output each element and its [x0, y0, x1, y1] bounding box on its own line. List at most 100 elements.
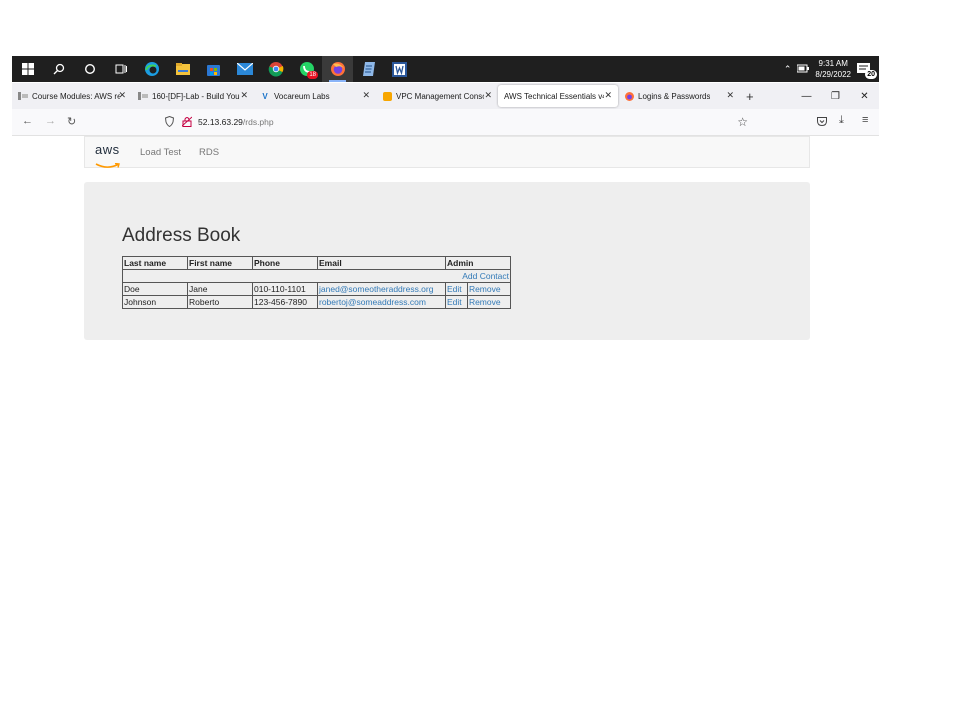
- firefox-icon: [624, 91, 634, 101]
- edit-link[interactable]: Edit: [447, 297, 462, 307]
- aws-smile-icon: [95, 162, 120, 168]
- task-view-icon[interactable]: [105, 56, 136, 82]
- column-header: Phone: [252, 256, 318, 270]
- active-app-indicator: [329, 80, 346, 82]
- aws-icon: [382, 91, 392, 101]
- insecure-lock-icon[interactable]: [182, 116, 192, 127]
- mail-icon[interactable]: [229, 56, 260, 82]
- nav-load-test[interactable]: Load Test: [140, 147, 181, 158]
- system-tray: ⌃ 9:31 AM 8/29/2022 20: [784, 56, 879, 82]
- clock-time: 9:31 AM: [818, 59, 848, 68]
- site-navbar: aws Load Test RDS: [84, 136, 810, 168]
- column-header: First name: [187, 256, 253, 270]
- chevron-up-icon[interactable]: ⌃: [784, 64, 792, 75]
- remove-link[interactable]: Remove: [469, 284, 501, 294]
- store-icon[interactable]: [198, 56, 229, 82]
- tab-lab-build[interactable]: 160-[DF]-Lab - Build Your ✕: [132, 83, 254, 109]
- email-cell: robertoj@someaddress.com: [317, 295, 446, 309]
- edit-cell: Edit: [445, 282, 468, 296]
- window-controls: — ❐ ✕: [792, 83, 879, 109]
- close-tab-icon[interactable]: ✕: [118, 90, 126, 101]
- firefox-icon[interactable]: [322, 56, 353, 82]
- word-icon[interactable]: [384, 56, 415, 82]
- reload-icon[interactable]: ↻: [67, 115, 76, 128]
- tab-aws-technical-essentials[interactable]: AWS Technical Essentials v4.1 ✕: [498, 85, 618, 107]
- address-book-panel: Address Book Last name First name Phone …: [84, 182, 810, 340]
- nav-rds[interactable]: RDS: [199, 147, 219, 158]
- page-title: Address Book: [122, 225, 241, 246]
- remove-cell: Remove: [466, 295, 512, 309]
- edge-icon[interactable]: [136, 56, 167, 82]
- minimize-icon[interactable]: —: [792, 91, 821, 102]
- tab-vpc-management[interactable]: VPC Management Conso ✕: [376, 83, 498, 109]
- notepad-icon[interactable]: [353, 56, 384, 82]
- edit-link[interactable]: Edit: [447, 284, 462, 294]
- canvas-icon: [18, 91, 28, 101]
- edit-cell: Edit: [445, 295, 468, 309]
- forward-arrow-icon[interactable]: →: [45, 115, 56, 127]
- new-tab-icon[interactable]: +: [746, 89, 754, 104]
- tab-logins-passwords[interactable]: Logins & Passwords ✕: [618, 83, 740, 109]
- whatsapp-icon[interactable]: 18: [291, 56, 322, 82]
- phone-cell: 123-456-7890: [252, 295, 318, 309]
- url-host: 52.13.63.29: [198, 117, 243, 127]
- canvas-icon: [138, 91, 148, 101]
- email-link[interactable]: robertoj@someaddress.com: [319, 297, 426, 307]
- email-link[interactable]: janed@someotheraddress.org: [319, 284, 433, 294]
- cortana-icon[interactable]: [74, 56, 105, 82]
- windows-start-icon[interactable]: [12, 56, 43, 82]
- aws-logo[interactable]: aws: [95, 142, 121, 174]
- downloads-icon[interactable]: ⤓: [839, 114, 844, 127]
- url-path: /rds.php: [242, 117, 274, 127]
- close-tab-icon[interactable]: ✕: [240, 90, 248, 101]
- tab-vocareum[interactable]: V Vocareum Labs ✕: [254, 83, 376, 109]
- windows-taskbar: 18 ⌃ 9:31 AM 8/29/2022 20: [12, 56, 879, 82]
- pocket-icon[interactable]: [817, 117, 827, 126]
- column-header: Admin: [445, 256, 511, 270]
- column-header: Email: [317, 256, 446, 270]
- network-icon[interactable]: [797, 64, 810, 74]
- tab-title: Vocareum Labs: [274, 91, 330, 101]
- menu-icon[interactable]: ≡: [862, 114, 868, 126]
- close-tab-icon[interactable]: ✕: [484, 90, 492, 101]
- browser-tab-bar: Course Modules: AWS re ✕ 160-[DF]-Lab - …: [12, 83, 879, 109]
- tab-title: Logins & Passwords: [638, 91, 711, 101]
- last-name-cell: Doe: [122, 282, 188, 296]
- close-tab-icon[interactable]: ✕: [362, 90, 370, 101]
- aws-logo-text: aws: [95, 142, 120, 157]
- first-name-cell: Roberto: [187, 295, 253, 309]
- close-tab-icon[interactable]: ✕: [604, 90, 612, 101]
- search-icon[interactable]: [43, 56, 74, 82]
- last-name-cell: Johnson: [122, 295, 188, 309]
- address-book-table: Last name First name Phone Email Admin A…: [122, 256, 512, 309]
- restore-icon[interactable]: ❐: [821, 91, 850, 102]
- add-contact-cell: Add Contact: [122, 269, 511, 283]
- close-tab-icon[interactable]: ✕: [726, 90, 734, 101]
- shield-icon[interactable]: [165, 116, 174, 127]
- add-contact-link[interactable]: Add Contact: [462, 271, 509, 281]
- clock[interactable]: 9:31 AM 8/29/2022: [815, 58, 851, 80]
- email-cell: janed@someotheraddress.org: [317, 282, 446, 296]
- add-contact-row: Add Contact: [122, 269, 511, 283]
- column-header: Last name: [122, 256, 188, 270]
- remove-link[interactable]: Remove: [469, 297, 501, 307]
- back-arrow-icon[interactable]: ←: [22, 115, 33, 127]
- file-explorer-icon[interactable]: [167, 56, 198, 82]
- remove-cell: Remove: [466, 282, 512, 296]
- notification-count: 20: [865, 70, 877, 79]
- address-bar[interactable]: 52.13.63.29/rds.php ☆: [162, 112, 752, 132]
- phone-cell: 010-110-1101: [252, 282, 318, 296]
- close-window-icon[interactable]: ✕: [850, 91, 879, 102]
- whatsapp-badge: 18: [307, 71, 318, 79]
- bookmark-star-icon[interactable]: ☆: [737, 115, 748, 129]
- table-row: Doe Jane 010-110-1101 janed@someotheradd…: [122, 282, 512, 296]
- tab-course-modules[interactable]: Course Modules: AWS re ✕: [12, 83, 132, 109]
- notification-center-icon[interactable]: 20: [857, 62, 877, 79]
- browser-nav-bar: ← → ↻ 52.13.63.29/rds.php ☆ ⤓ ≡: [12, 109, 879, 136]
- vocareum-icon: V: [262, 91, 268, 101]
- url-text[interactable]: 52.13.63.29/rds.php: [198, 117, 274, 127]
- tab-title: 160-[DF]-Lab - Build Your: [152, 91, 240, 101]
- tab-title: VPC Management Conso: [396, 91, 484, 101]
- chrome-icon[interactable]: [260, 56, 291, 82]
- table-row: Johnson Roberto 123-456-7890 robertoj@so…: [122, 295, 512, 309]
